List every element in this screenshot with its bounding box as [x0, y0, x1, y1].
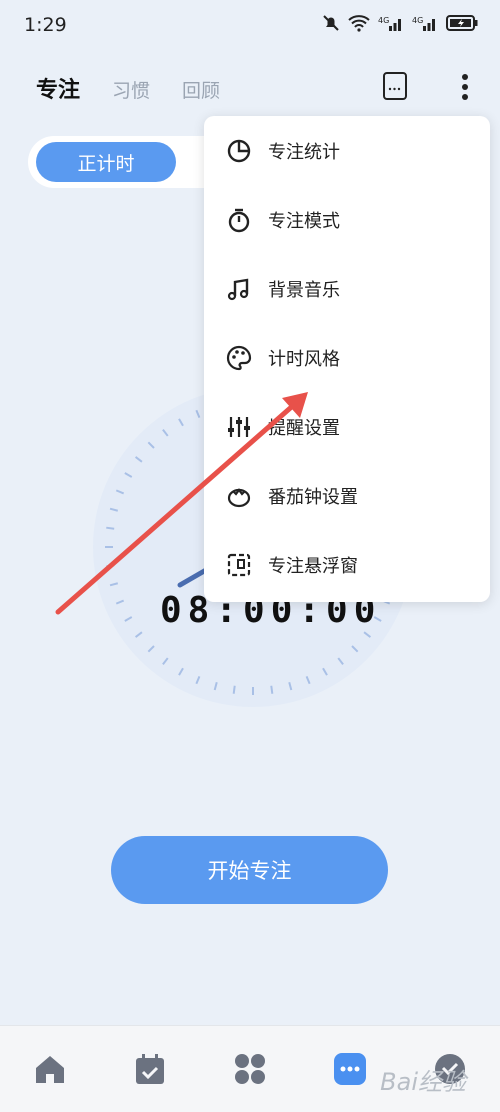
- menu-item-label: 专注统计: [268, 142, 340, 163]
- signal-4g-icon-2: 4G: [412, 16, 435, 31]
- menu-item-background-music[interactable]: 背景音乐: [204, 258, 490, 320]
- menu-item-focus-stats[interactable]: 专注统计: [204, 120, 490, 182]
- start-focus-button[interactable]: 开始专注: [111, 836, 388, 904]
- menu-item-label: 提醒设置: [268, 418, 340, 439]
- status-time: 1:29: [24, 14, 67, 36]
- menu-item-label: 专注悬浮窗: [268, 556, 358, 577]
- stopwatch-icon: [226, 207, 252, 233]
- battery-charging-icon: [446, 15, 478, 31]
- menu-item-timer-style[interactable]: 计时风格: [204, 327, 490, 389]
- more-vertical-icon[interactable]: [458, 72, 472, 102]
- pie-chart-icon: [226, 138, 252, 164]
- menu-item-label: 计时风格: [268, 349, 340, 370]
- apps-grid-icon[interactable]: [233, 1052, 267, 1086]
- tab-habit[interactable]: 习惯: [112, 76, 150, 103]
- tab-focus[interactable]: 专注: [36, 72, 80, 104]
- svg-text:4G: 4G: [412, 16, 423, 25]
- tomato-icon: [226, 483, 252, 509]
- floating-window-icon: [226, 552, 252, 578]
- mode-count-up-button[interactable]: 正计时: [36, 142, 176, 182]
- palette-icon: [226, 345, 252, 371]
- menu-item-label: 专注模式: [268, 211, 340, 232]
- watermark: Bai经验: [380, 1068, 466, 1096]
- menu-item-label: 番茄钟设置: [268, 487, 358, 508]
- svg-text:4G: 4G: [378, 16, 389, 25]
- music-note-icon: [226, 276, 252, 302]
- dial-tick: [106, 526, 115, 530]
- dial-tick: [232, 685, 236, 694]
- menu-item-label: 背景音乐: [268, 280, 340, 301]
- overflow-menu: 专注统计 专注模式 背景音乐 计时风格 提醒设置 番茄钟设置 专注悬浮窗: [204, 116, 490, 602]
- home-icon[interactable]: [33, 1052, 67, 1086]
- sliders-icon: [226, 414, 252, 440]
- focus-icon[interactable]: [333, 1052, 367, 1086]
- document-icon[interactable]: [383, 72, 407, 100]
- menu-item-pomodoro-settings[interactable]: 番茄钟设置: [204, 465, 490, 527]
- dial-tick: [270, 685, 274, 694]
- menu-item-floating-window[interactable]: 专注悬浮窗: [204, 534, 490, 596]
- dial-tick: [106, 564, 115, 568]
- menu-item-focus-mode[interactable]: 专注模式: [204, 189, 490, 251]
- mute-bell-icon: [323, 15, 339, 31]
- signal-4g-icon: 4G: [378, 16, 401, 31]
- status-icons: 4G 4G: [322, 14, 478, 32]
- tab-review[interactable]: 回顾: [182, 76, 220, 103]
- menu-item-reminder-settings[interactable]: 提醒设置: [204, 396, 490, 458]
- wifi-icon: [348, 15, 370, 32]
- calendar-check-icon[interactable]: [133, 1052, 167, 1086]
